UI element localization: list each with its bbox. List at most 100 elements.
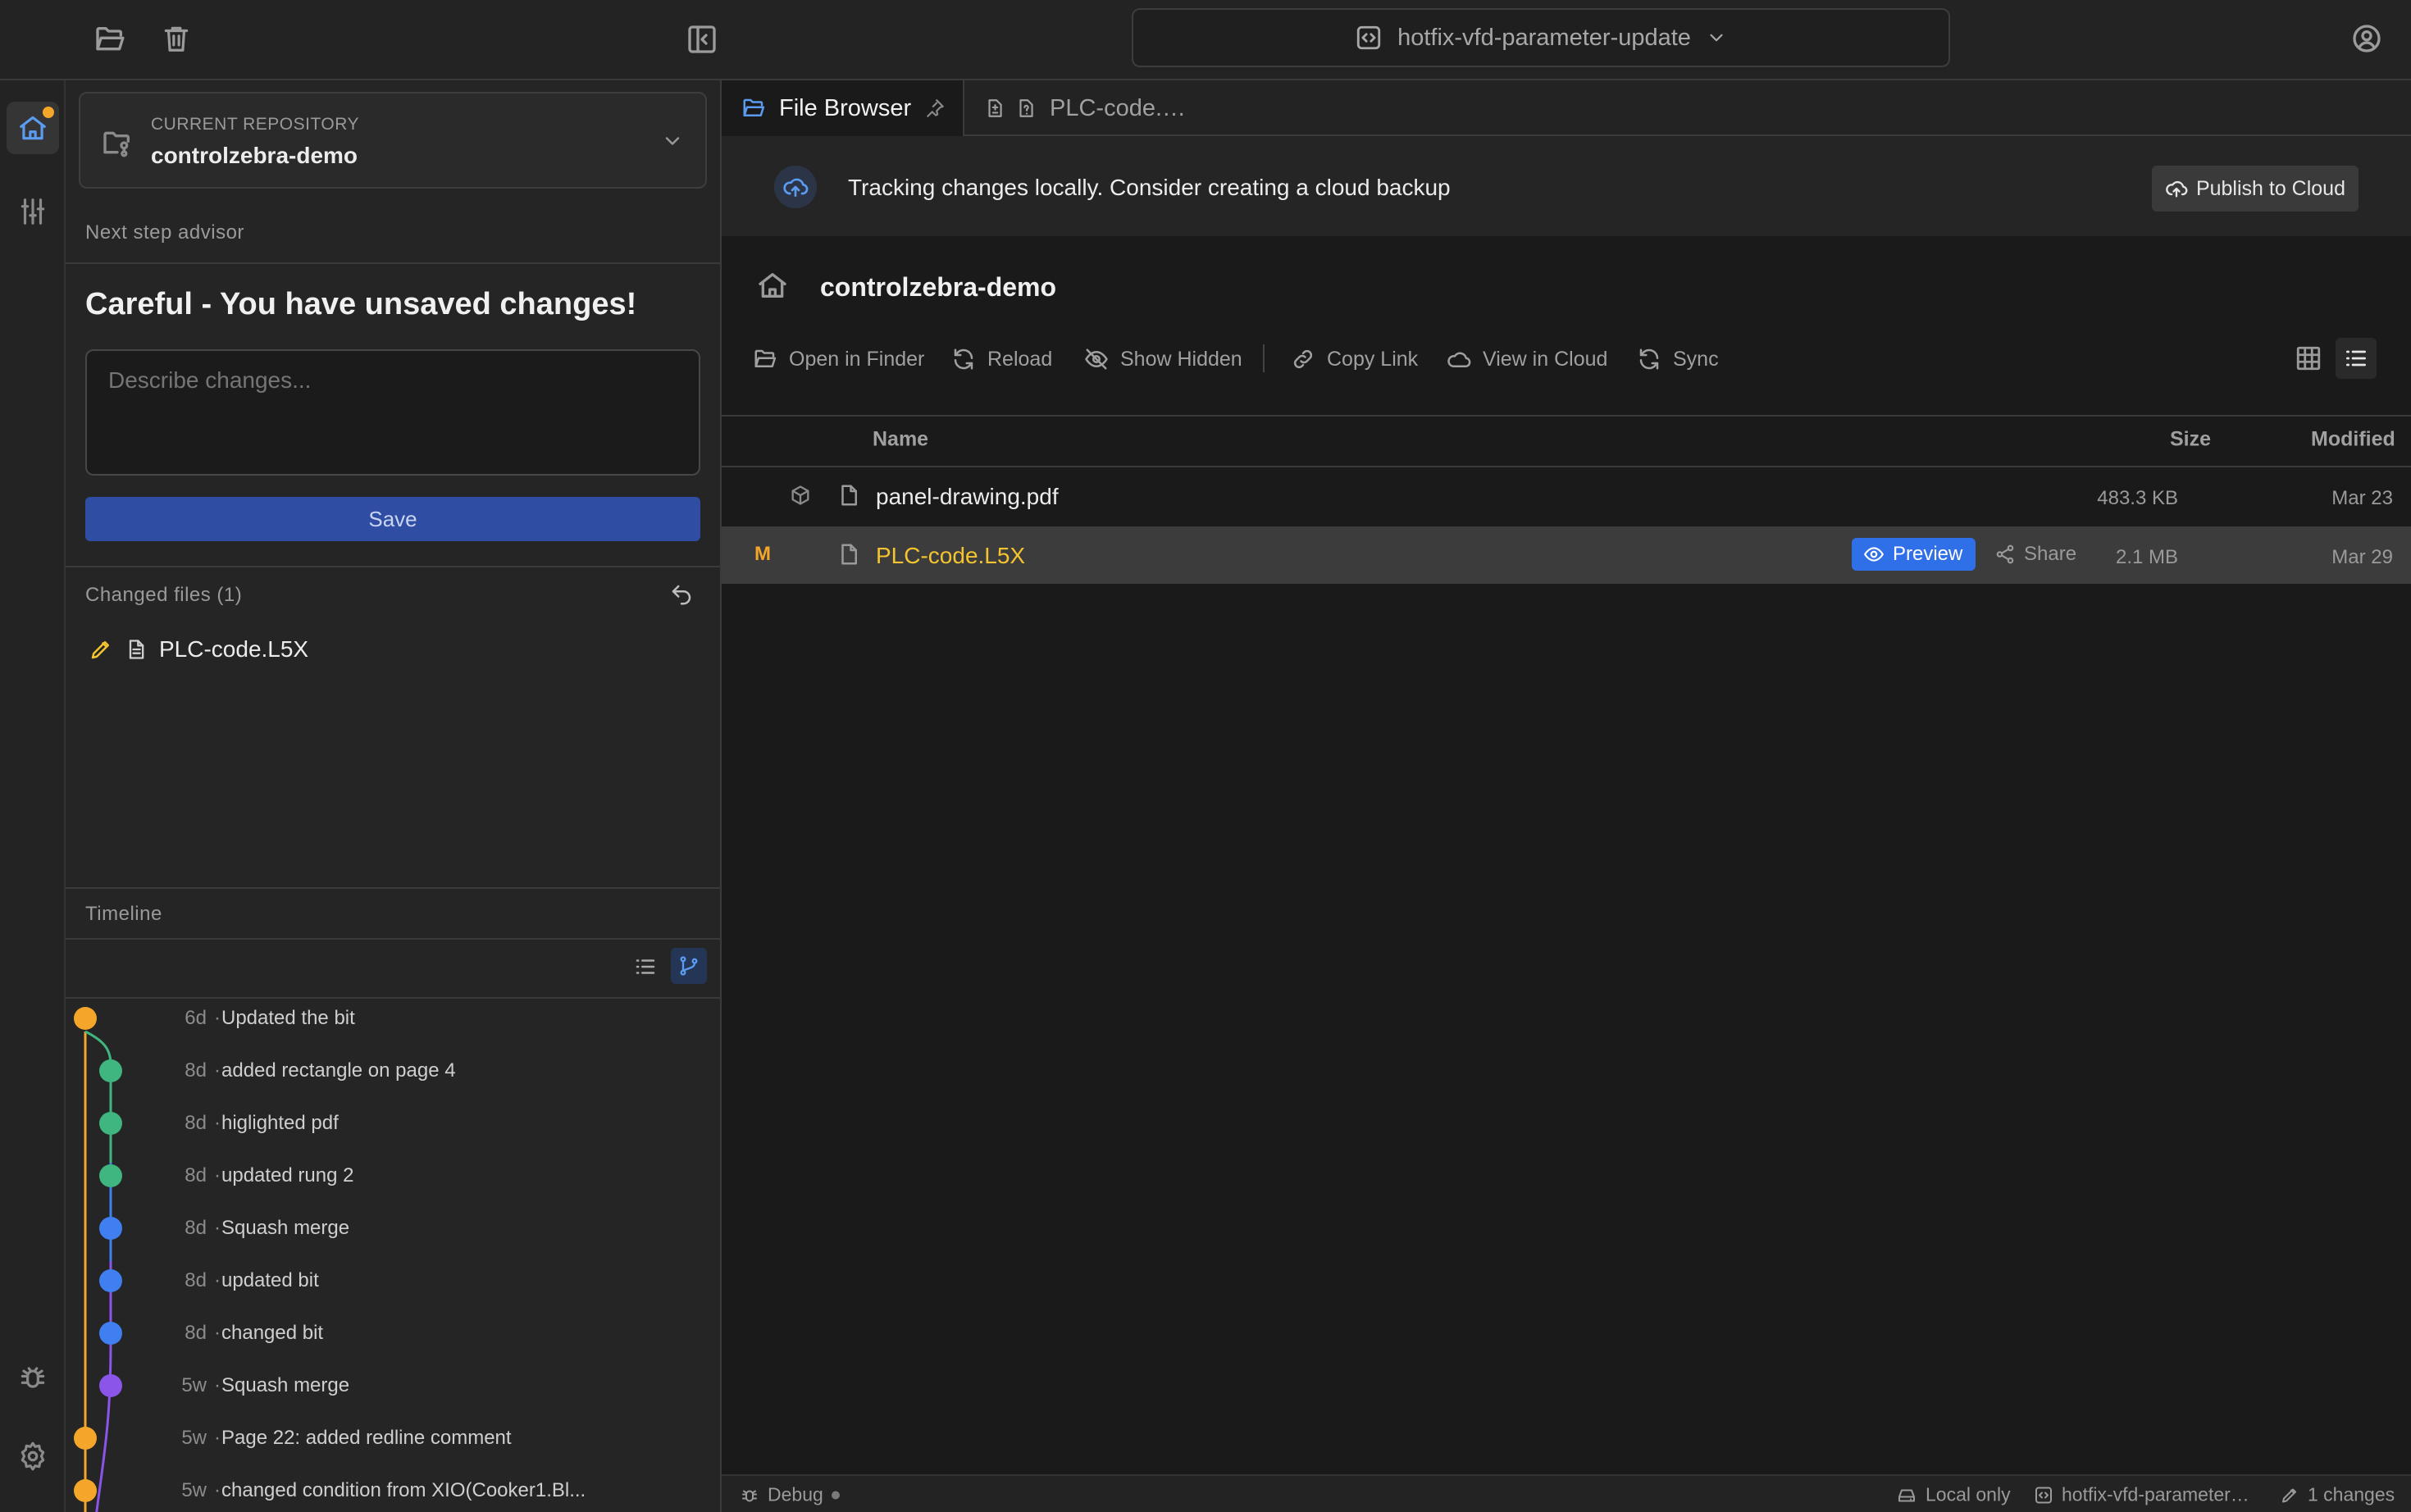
timeline-commit[interactable]: 8d · updated bit [66, 1264, 720, 1297]
status-bar: Debug Local only hotfix-vfd-parameter… 1… [722, 1474, 2411, 1512]
grid-view-icon[interactable] [2295, 344, 2322, 372]
changes-status[interactable]: 1 changes [2280, 1484, 2395, 1506]
branch-label: hotfix-vfd-parameter… [2062, 1483, 2249, 1505]
commit-message: Page 22: added redline comment [221, 1427, 512, 1449]
eye-icon [1863, 544, 1885, 565]
settings-rail-button[interactable] [7, 1430, 59, 1482]
main-area: File Browser PLC-code.… Tracking changes… [722, 80, 2411, 1474]
toggle-sidebar-icon[interactable] [686, 23, 718, 56]
commit-message: changed bit [221, 1322, 324, 1344]
commit-age: 5w [181, 1479, 207, 1501]
timeline-commit[interactable]: 6d · Updated the bit [66, 1002, 720, 1035]
timeline-commit[interactable]: 8d · changed bit [66, 1317, 720, 1350]
undo-icon[interactable] [669, 582, 694, 607]
table-row[interactable]: panel-drawing.pdf 483.3 KB Mar 23 [722, 467, 2411, 525]
timeline-commit[interactable]: 8d · Squash merge [66, 1212, 720, 1245]
list-view-icon[interactable] [633, 954, 658, 979]
chevron-down-icon [661, 130, 684, 153]
home-icon[interactable] [756, 269, 789, 302]
commit-age: 6d [185, 1007, 207, 1029]
tab-plc-code[interactable]: PLC-code.… [984, 80, 1186, 136]
timeline-label: Timeline [85, 903, 162, 925]
debug-status[interactable]: Debug [740, 1484, 840, 1506]
sync-label: Sync [1673, 347, 1719, 371]
changes-label: 1 changes [2308, 1483, 2395, 1505]
changed-files-label: Changed files (1) [85, 584, 243, 606]
repository-label: CURRENT REPOSITORY [151, 115, 360, 134]
debug-rail-button[interactable] [7, 1351, 59, 1404]
branch-selector[interactable]: hotfix-vfd-parameter-update [1132, 8, 1950, 67]
file-icon [836, 541, 861, 567]
file-diff-icon [984, 97, 1005, 120]
changed-file-name: PLC-code.L5X [159, 636, 309, 662]
open-in-finder-button[interactable]: Open in Finder [753, 347, 924, 371]
commit-message: Squash merge [221, 1217, 350, 1239]
column-header-size[interactable]: Size [2170, 428, 2211, 452]
open-folder-icon[interactable] [93, 23, 126, 56]
branch-status[interactable]: hotfix-vfd-parameter… [2034, 1484, 2249, 1506]
view-in-cloud-button[interactable]: View in Cloud [1447, 347, 1607, 371]
location-status[interactable]: Local only [1896, 1484, 2011, 1506]
commit-age: 8d [185, 1217, 207, 1239]
file-text-icon [125, 637, 148, 662]
commit-message: added rectangle on page 4 [221, 1059, 456, 1082]
link-icon [1291, 347, 1315, 371]
cloud-upload-icon [2165, 177, 2188, 200]
bug-icon [740, 1485, 759, 1505]
repository-folder-icon [100, 126, 134, 159]
home-rail-button[interactable] [7, 102, 59, 154]
describe-changes-input[interactable] [85, 349, 700, 476]
sync-button[interactable]: Sync [1637, 347, 1719, 371]
activity-rail [0, 80, 66, 1512]
preview-button[interactable]: Preview [1852, 538, 1976, 571]
file-name: PLC-code.L5X [876, 543, 1026, 568]
table-row[interactable]: M PLC-code.L5X Preview Share 2.1 MB Mar … [722, 526, 2411, 584]
modified-badge: M [754, 543, 771, 565]
trash-icon[interactable] [161, 22, 192, 55]
debug-label: Debug [768, 1483, 823, 1505]
commit-age: 8d [185, 1059, 207, 1082]
cloud-backup-banner: Tracking changes locally. Consider creat… [722, 136, 2411, 236]
copy-link-button[interactable]: Copy Link [1291, 347, 1418, 371]
timeline-commit[interactable]: 5w · Page 22: added redline comment [66, 1422, 720, 1455]
tab-bar: File Browser PLC-code.… [722, 80, 2411, 136]
drive-icon [1896, 1485, 1917, 1505]
cloud-icon [1447, 347, 1471, 371]
timeline-commit[interactable]: 5w · Squash merge [66, 1369, 720, 1402]
tab-label: PLC-code.… [1050, 94, 1187, 121]
commit-age: 8d [185, 1269, 207, 1291]
share-button[interactable]: Share [1994, 538, 2076, 571]
file-question-icon [1015, 97, 1037, 120]
timeline-commit[interactable]: 8d · updated rung 2 [66, 1159, 720, 1192]
divider [66, 262, 720, 264]
divider [66, 566, 720, 567]
tab-file-browser[interactable]: File Browser [722, 80, 964, 136]
changed-file-item[interactable]: PLC-code.L5X [89, 631, 695, 667]
code-icon [2034, 1485, 2053, 1505]
show-hidden-button[interactable]: Show Hidden [1084, 347, 1242, 371]
account-icon[interactable] [2350, 22, 2383, 55]
graph-view-icon[interactable] [671, 948, 707, 984]
publish-to-cloud-button[interactable]: Publish to Cloud [2151, 166, 2359, 212]
settings-sliders-rail-button[interactable] [7, 185, 59, 238]
folder-title: controlzebra-demo [820, 272, 1057, 302]
list-view-icon[interactable] [2336, 338, 2377, 379]
commit-age: 5w [181, 1427, 207, 1449]
timeline-commit[interactable]: 8d · higlighted pdf [66, 1107, 720, 1140]
repository-selector[interactable]: CURRENT REPOSITORY controlzebra-demo [79, 92, 707, 189]
timeline-commit[interactable]: 5w · changed condition from XIO(Cooker1.Bl… [66, 1474, 720, 1507]
timeline-commit[interactable]: 8d · added rectangle on page 4 [66, 1054, 720, 1087]
pin-icon[interactable] [924, 98, 946, 119]
column-header-name[interactable]: Name [873, 428, 928, 452]
commit-age: 8d [185, 1112, 207, 1134]
top-bar: hotfix-vfd-parameter-update [0, 0, 2411, 80]
notification-dot [43, 107, 54, 118]
cloud-upload-icon [774, 166, 817, 208]
reload-button[interactable]: Reload [951, 347, 1052, 371]
commit-message: Updated the bit [221, 1007, 355, 1029]
toolbar-divider [1263, 344, 1265, 372]
chevron-down-icon [1706, 27, 1727, 48]
sync-icon [1637, 347, 1661, 371]
save-button[interactable]: Save [85, 497, 700, 541]
column-header-modified[interactable]: Modified [2311, 428, 2395, 452]
